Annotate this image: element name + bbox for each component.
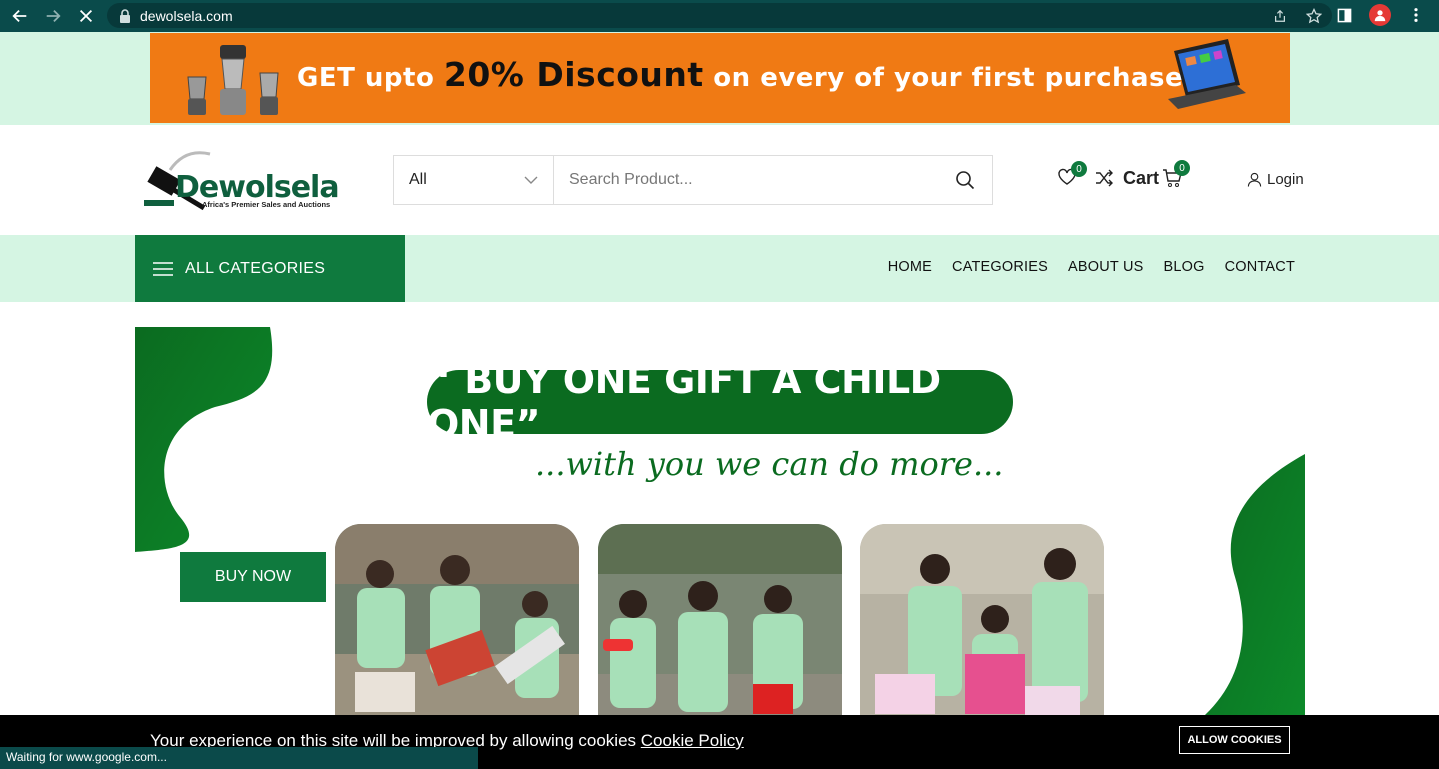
logo-tagline: Africa's Premier Sales and Auctions — [202, 200, 331, 209]
nav-item-about-us[interactable]: ABOUT US — [1068, 259, 1143, 275]
url-text: dewolsela.com — [140, 7, 233, 24]
cart-count-badge: 0 — [1174, 160, 1191, 176]
nav-item-categories[interactable]: CATEGORIES — [952, 259, 1048, 275]
lock-icon — [120, 8, 130, 23]
nav-item-home[interactable]: HOME — [888, 259, 932, 275]
chevron-down-icon — [524, 176, 538, 184]
wishlist-button[interactable]: 0 — [1057, 161, 1087, 189]
children-photo-3 — [860, 524, 1104, 715]
main-nav: ALL CATEGORIES HOME CATEGORIES ABOUT US … — [0, 235, 1439, 302]
promo-prefix: GET upto — [297, 63, 435, 93]
category-select-value: All — [409, 171, 427, 188]
profile-avatar-icon[interactable] — [1369, 4, 1391, 26]
promo-banner[interactable]: GET upto 20% Discount on every of your f… — [150, 33, 1290, 123]
promo-text: GET upto 20% Discount on every of your f… — [297, 55, 1183, 94]
site-logo[interactable]: Dewolsela Africa's Premier Sales and Auc… — [140, 150, 340, 216]
hero-headline-pill: “ BUY ONE GIFT A CHILD ONE” — [427, 358, 1013, 446]
all-categories-label: ALL CATEGORIES — [185, 259, 326, 277]
hero-subline: ...with you we can do more... — [535, 445, 1004, 483]
side-panel-icon[interactable] — [1333, 4, 1355, 26]
children-photo-1 — [335, 524, 579, 715]
search-button[interactable] — [937, 156, 992, 204]
blender-image — [187, 45, 279, 115]
nav-item-blog[interactable]: BLOG — [1164, 259, 1205, 275]
allow-cookies-button[interactable]: ALLOW COOKIES — [1179, 726, 1290, 754]
forward-icon[interactable] — [40, 3, 66, 29]
hero-headline: “ BUY ONE GIFT A CHILD ONE” — [427, 358, 941, 446]
cart-label[interactable]: Cart — [1123, 168, 1159, 189]
hamburger-menu-icon — [153, 261, 173, 276]
browser-status-bar: Waiting for www.google.com... — [0, 747, 478, 769]
nav-menu: HOME CATEGORIES ABOUT US BLOG CONTACT — [888, 259, 1295, 275]
browser-toolbar: dewolsela.com — [0, 0, 1439, 32]
all-categories-button[interactable]: ALL CATEGORIES — [135, 235, 405, 302]
login-link[interactable]: Login — [1247, 171, 1304, 188]
children-photo-2 — [598, 524, 842, 715]
laptop-image — [1168, 39, 1246, 109]
login-label: Login — [1267, 171, 1304, 188]
browser-menu-icon[interactable] — [1405, 4, 1427, 26]
compare-shuffle-icon[interactable] — [1095, 169, 1113, 187]
product-search: All Search Product... — [393, 155, 993, 205]
wishlist-count-badge: 0 — [1071, 161, 1087, 177]
nav-item-contact[interactable]: CONTACT — [1225, 259, 1295, 275]
search-icon — [955, 171, 974, 190]
cookie-policy-link[interactable]: Cookie Policy — [641, 731, 744, 750]
bookmark-star-icon[interactable] — [1306, 7, 1322, 24]
promo-suffix: on every of your first purchase — [713, 63, 1184, 93]
promo-highlight: 20% Discount — [443, 55, 704, 94]
share-icon[interactable] — [1272, 8, 1288, 24]
promo-strip: GET upto 20% Discount on every of your f… — [0, 32, 1439, 125]
hero-slider: “ BUY ONE GIFT A CHILD ONE” ...with you … — [135, 327, 1305, 715]
back-icon[interactable] — [7, 3, 33, 29]
address-bar[interactable]: dewolsela.com — [107, 3, 1332, 28]
stop-loading-icon[interactable] — [73, 3, 99, 29]
header-actions: 0 Cart 0 — [1057, 160, 1191, 189]
category-select[interactable]: All — [394, 156, 554, 204]
buy-now-button[interactable]: BUY NOW — [180, 552, 326, 602]
search-input[interactable]: Search Product... — [554, 156, 937, 204]
user-icon — [1247, 172, 1262, 187]
site-header: Dewolsela Africa's Premier Sales and Auc… — [0, 125, 1439, 235]
cart-button[interactable]: 0 — [1162, 160, 1191, 188]
